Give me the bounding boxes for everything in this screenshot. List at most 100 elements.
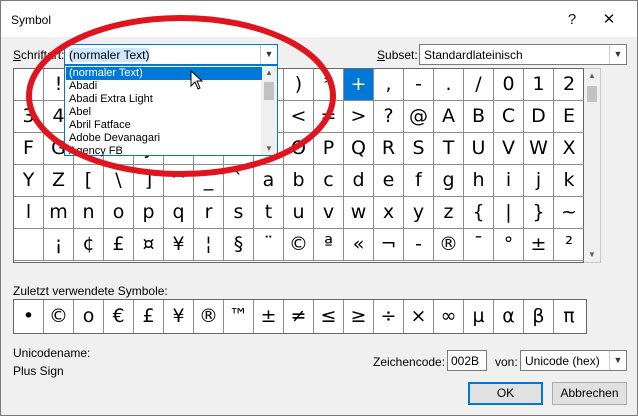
symbol-cell[interactable]: }	[524, 197, 554, 229]
symbol-cell[interactable]: {	[464, 197, 494, 229]
symbol-cell[interactable]: U	[464, 133, 494, 165]
symbol-cell[interactable]: .	[434, 69, 464, 101]
recent-symbol-cell[interactable]: π	[554, 300, 584, 333]
symbol-cell[interactable]: ~	[554, 197, 585, 229]
symbol-cell[interactable]: y	[404, 197, 434, 229]
symbol-cell[interactable]: 1	[524, 69, 554, 101]
recent-symbols-row[interactable]: • © o € £ ¥ ® ™ ± ≠ ≤ ≥ ÷ × ∞ µ α β π	[13, 299, 587, 334]
symbol-cell[interactable]: v	[314, 197, 344, 229]
symbol-cell[interactable]: V	[494, 133, 524, 165]
font-dropdown-item[interactable]: Abel	[66, 106, 262, 119]
recent-symbol-cell[interactable]: α	[494, 300, 524, 333]
symbol-cell[interactable]: W	[524, 133, 554, 165]
font-dropdown-scrollbar[interactable]: ▲ ▼	[261, 66, 277, 155]
symbol-cell[interactable]: ?	[374, 101, 404, 133]
symbol-cell[interactable]: h	[464, 165, 494, 197]
symbol-grid-scrollbar[interactable]: ▲ ▼	[584, 68, 601, 263]
symbol-cell[interactable]: -	[404, 69, 434, 101]
symbol-cell[interactable]: _	[194, 165, 224, 197]
symbol-cell[interactable]: >	[344, 101, 374, 133]
symbol-cell[interactable]: @	[404, 101, 434, 133]
symbol-cell[interactable]: -	[404, 229, 434, 261]
symbol-cell[interactable]: O	[284, 133, 314, 165]
recent-symbol-cell[interactable]: ™	[224, 300, 254, 333]
symbol-cell[interactable]: ±	[524, 229, 554, 261]
symbol-cell[interactable]: u	[284, 197, 314, 229]
symbol-cell[interactable]: °	[494, 229, 524, 261]
ok-button[interactable]: OK	[468, 382, 543, 405]
symbol-cell[interactable]: «	[344, 229, 374, 261]
font-dropdown-item[interactable]: Abadi	[66, 80, 262, 93]
symbol-cell[interactable]: ¦	[194, 229, 224, 261]
symbol-cell[interactable]: o	[104, 197, 134, 229]
symbol-cell[interactable]: F	[14, 133, 44, 165]
symbol-cell[interactable]: 3	[14, 101, 44, 133]
symbol-cell[interactable]: S	[404, 133, 434, 165]
chevron-down-icon[interactable]: ▼	[609, 351, 626, 370]
symbol-cell[interactable]: e	[374, 165, 404, 197]
recent-symbol-cell[interactable]: •	[14, 300, 44, 333]
font-dropdown-item[interactable]: Agency FB	[66, 145, 262, 158]
font-dropdown-item[interactable]: Abril Fatface	[66, 119, 262, 132]
recent-symbol-cell[interactable]: £	[134, 300, 164, 333]
symbol-cell[interactable]: b	[284, 165, 314, 197]
symbol-cell[interactable]: 2	[554, 69, 585, 101]
subset-combobox[interactable]: Standardlateinisch ▼	[419, 44, 627, 65]
close-button[interactable]: ✕	[598, 9, 620, 31]
font-dropdown-item[interactable]: Adobe Devanagari	[66, 132, 262, 145]
scroll-down-icon[interactable]: ▼	[584, 248, 600, 262]
symbol-cell[interactable]: 0	[494, 69, 524, 101]
symbol-cell[interactable]: Q	[344, 133, 374, 165]
symbol-cell[interactable]: §	[224, 229, 254, 261]
recent-symbol-cell[interactable]: ÷	[374, 300, 404, 333]
symbol-cell[interactable]: t	[254, 197, 284, 229]
symbol-cell[interactable]: n	[74, 197, 104, 229]
scroll-up-icon[interactable]: ▲	[261, 66, 277, 79]
symbol-cell[interactable]: D	[524, 101, 554, 133]
symbol-cell[interactable]: p	[134, 197, 164, 229]
symbol-cell[interactable]: ©	[284, 229, 314, 261]
symbol-cell[interactable]: q	[164, 197, 194, 229]
symbol-cell[interactable]: Y	[14, 165, 44, 197]
symbol-cell[interactable]: m	[44, 197, 74, 229]
symbol-cell[interactable]: +	[344, 69, 374, 101]
from-combobox[interactable]: Unicode (hex) ▼	[520, 350, 627, 371]
font-combobox[interactable]: (normaler Text) ▼	[64, 44, 278, 65]
symbol-cell[interactable]: a	[254, 165, 284, 197]
symbol-cell[interactable]: x	[374, 197, 404, 229]
cancel-button[interactable]: Abbrechen	[552, 382, 627, 405]
symbol-cell[interactable]: *	[314, 69, 344, 101]
symbol-cell[interactable]: £	[104, 229, 134, 261]
symbol-cell[interactable]: [	[74, 165, 104, 197]
symbol-cell[interactable]: Z	[44, 165, 74, 197]
symbol-cell[interactable]: ¤	[134, 229, 164, 261]
symbol-cell[interactable]: r	[194, 197, 224, 229]
symbol-cell[interactable]: ¡	[44, 229, 74, 261]
symbol-cell[interactable]: ¯	[464, 229, 494, 261]
recent-symbol-cell[interactable]: €	[104, 300, 134, 333]
recent-symbol-cell[interactable]: ©	[44, 300, 74, 333]
scrollbar-thumb[interactable]	[587, 86, 597, 102]
recent-symbol-cell[interactable]: ≥	[344, 300, 374, 333]
help-button[interactable]: ?	[561, 9, 583, 31]
symbol-cell[interactable]: T	[434, 133, 464, 165]
symbol-cell[interactable]: A	[434, 101, 464, 133]
chevron-down-icon[interactable]: ▼	[260, 45, 277, 64]
recent-symbol-cell[interactable]: ∞	[434, 300, 464, 333]
symbol-cell[interactable]: ª	[314, 229, 344, 261]
symbol-cell[interactable]: ¨	[254, 229, 284, 261]
symbol-cell[interactable]: `	[224, 165, 254, 197]
symbol-cell[interactable]: c	[314, 165, 344, 197]
recent-symbol-cell[interactable]: ®	[194, 300, 224, 333]
scrollbar-thumb[interactable]	[264, 82, 274, 100]
font-dropdown-item[interactable]: Abadi Extra Light	[66, 93, 262, 106]
symbol-cell[interactable]: ®	[434, 229, 464, 261]
symbol-cell[interactable]: z	[434, 197, 464, 229]
symbol-cell[interactable]: d	[344, 165, 374, 197]
symbol-cell[interactable]: l	[14, 197, 44, 229]
recent-symbol-cell[interactable]: o	[74, 300, 104, 333]
symbol-cell[interactable]: B	[464, 101, 494, 133]
symbol-cell[interactable]: )	[284, 69, 314, 101]
font-dropdown-item[interactable]: (normaler Text)	[66, 67, 262, 80]
recent-symbol-cell[interactable]: β	[524, 300, 554, 333]
